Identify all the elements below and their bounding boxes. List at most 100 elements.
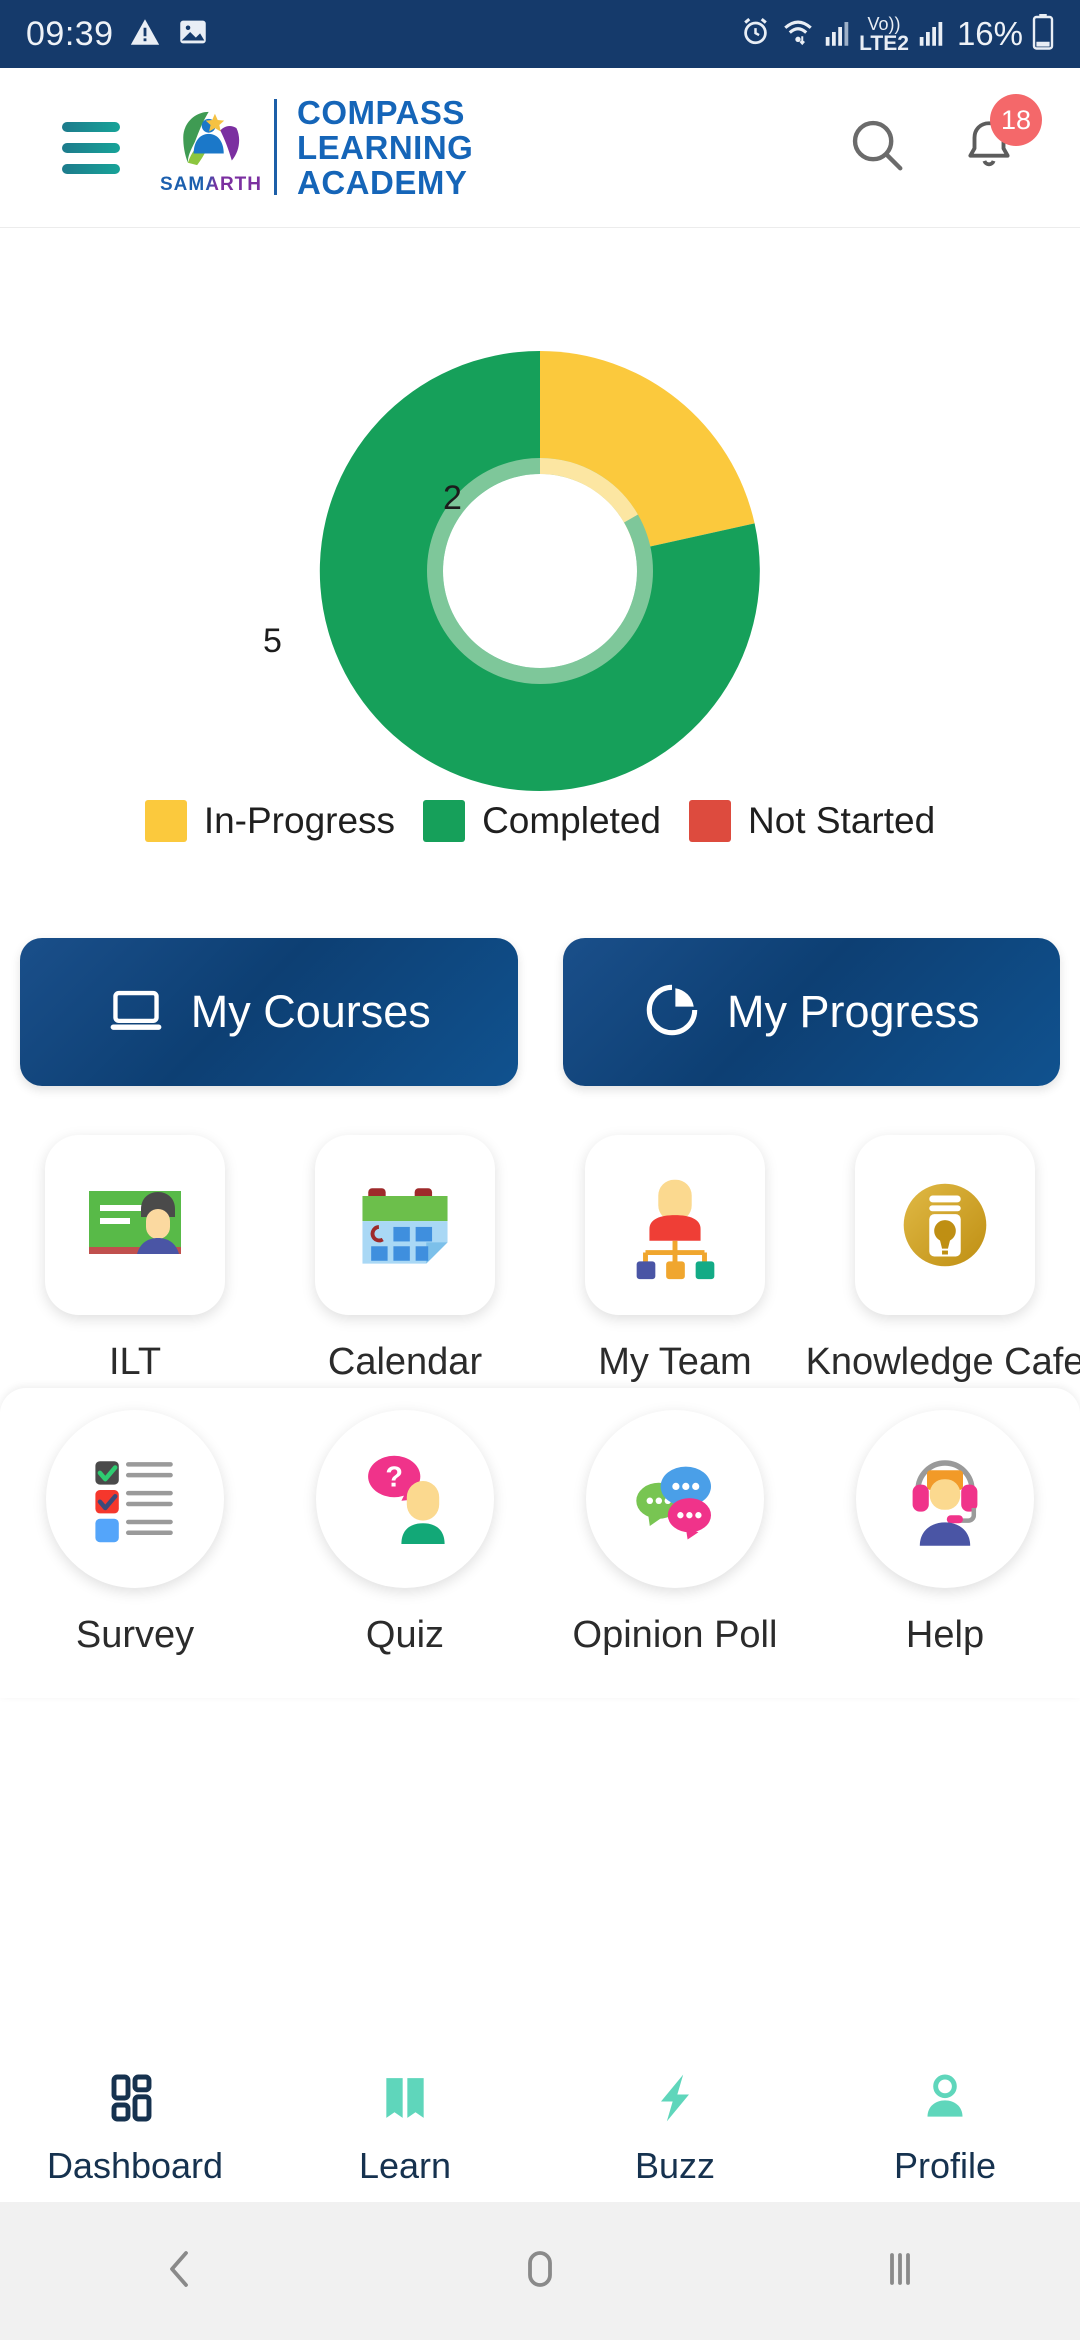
tile-knowledge-cafe[interactable]: Knowledge Cafe [806,1135,1080,1384]
system-navigation-bar [0,2202,1080,2340]
tile-ilt-icon-wrap [45,1135,225,1315]
tile-quiz-label: Quiz [365,1614,445,1656]
nav-item-dashboard[interactable]: Dashboard [0,2054,270,2202]
tile-quiz-icon-wrap: ? [316,1410,494,1588]
hamburger-bar-3 [62,163,120,174]
chart-legend: In-Progress Completed Not Started [0,800,1080,842]
quick-links-row-2: Survey ? Quiz Opinion Poll Help [0,1388,1080,1698]
tile-help-label: Help [905,1614,985,1656]
brand-logo[interactable]: SAMARTH COMPASS LEARNING ACADEMY [160,93,474,202]
tile-ilt-label: ILT [108,1341,162,1383]
brand-line-1: COMPASS [297,93,465,131]
recents-button[interactable] [720,2202,1080,2340]
nav-label-profile: Profile [893,2144,997,2186]
nav-item-profile[interactable]: Profile [810,2054,1080,2202]
tile-my-team[interactable]: My Team [540,1135,810,1384]
brand-line-3: ACADEMY [297,164,468,202]
volte-network-label: LTE2 [859,31,909,55]
legend-swatch-not-started [689,800,731,842]
hamburger-bar-1 [62,121,120,132]
grid-icon [107,2070,163,2131]
nav-item-buzz[interactable]: Buzz [540,2054,810,2202]
samarth-logo-mark: SAMARTH [160,98,262,196]
image-icon [176,15,210,54]
classroom-icon [89,1191,181,1254]
knowledge-cafe-icon [903,1183,987,1267]
legend-item-completed: Completed [423,800,661,842]
app-header-actions: 18 [846,94,1042,181]
donut-hole [443,474,637,668]
tile-survey-label: Survey [75,1614,195,1656]
legend-swatch-completed [423,800,466,842]
volte-top-label: Vo)) [867,13,901,34]
tile-my-team-label: My Team [598,1341,752,1383]
bottom-navigation: Dashboard Learn Buzz Profile [0,2054,1080,2202]
headset-support-icon [912,1460,978,1546]
tile-opinion-poll[interactable]: Opinion Poll [540,1410,810,1698]
search-icon[interactable] [846,114,908,181]
tile-help-icon-wrap [856,1410,1034,1588]
recents-icon [876,2245,924,2298]
legend-swatch-in-progress [144,800,187,842]
quick-links-row-1: ILT Calendar My Team Knowledge Cafe [0,1135,1080,1384]
org-chart-icon [636,1179,715,1280]
svg-text:?: ? [385,1461,403,1493]
app-header: SAMARTH COMPASS LEARNING ACADEMY 18 [0,68,1080,228]
tile-help[interactable]: Help [810,1410,1080,1698]
legend-label-not-started: Not Started [748,800,936,841]
my-courses-button[interactable]: My Courses [20,938,518,1086]
calendar-icon [362,1188,448,1264]
nav-label-buzz: Buzz [634,2144,716,2186]
chat-bubbles-icon [636,1466,711,1540]
wifi-icon [781,15,815,54]
tile-knowledge-cafe-icon-wrap [855,1135,1035,1315]
my-progress-button[interactable]: My Progress [562,938,1060,1086]
nav-label-learn: Learn [358,2144,452,2186]
nav-item-learn[interactable]: Learn [270,2054,540,2202]
home-icon [516,2245,564,2298]
back-button[interactable] [0,2202,360,2340]
primary-actions: My Courses My Progress [0,938,1080,1086]
tile-calendar[interactable]: Calendar [270,1135,540,1384]
brand-line-2: LEARNING [297,128,474,166]
person-icon [917,2070,973,2131]
samarth-wordmark: SAMARTH [160,174,262,196]
progress-chart: 2 5 [0,229,1080,869]
tile-survey[interactable]: Survey [0,1410,270,1698]
tile-quiz[interactable]: ? Quiz [270,1410,540,1698]
brand-divider [274,99,277,196]
brand-name: COMPASS LEARNING ACADEMY [297,93,474,202]
warning-icon [128,15,162,54]
hamburger-icon[interactable] [62,121,120,174]
status-bar-right: Vo)) LTE2 16% [739,13,1054,55]
legend-item-not-started: Not Started [689,800,935,842]
tile-knowledge-cafe-label: Knowledge Cafe [805,1341,1080,1383]
slice-label-completed: 5 [263,622,282,660]
bolt-icon [647,2070,703,2131]
hamburger-bar-2 [62,142,120,153]
tile-survey-icon-wrap [46,1410,224,1588]
tile-opinion-poll-label: Opinion Poll [572,1614,778,1656]
question-person-icon: ? [368,1455,445,1544]
tile-calendar-label: Calendar [327,1341,483,1383]
notifications-button[interactable]: 18 [960,94,1042,179]
my-courses-label: My Courses [190,986,431,1037]
tile-ilt[interactable]: ILT [0,1135,270,1384]
volte-icon: Vo)) LTE2 [859,15,909,54]
notification-count-badge: 18 [990,94,1042,146]
samarth-emblem-icon [183,112,240,166]
status-bar-left: 09:39 [26,15,210,54]
home-button[interactable] [360,2202,720,2340]
tile-calendar-icon-wrap [315,1135,495,1315]
pie-chart-icon [643,981,701,1044]
battery-percent: 16% [956,15,1023,52]
my-progress-label: My Progress [726,986,980,1037]
slice-label-in-progress: 2 [443,479,462,517]
legend-item-in-progress: In-Progress [144,800,395,842]
legend-label-completed: Completed [482,800,661,841]
signal-icon-2 [918,17,944,52]
donut-chart-svg [319,350,760,791]
tile-my-team-icon-wrap [585,1135,765,1315]
tile-opinion-poll-icon-wrap [586,1410,764,1588]
signal-icon [824,17,850,52]
